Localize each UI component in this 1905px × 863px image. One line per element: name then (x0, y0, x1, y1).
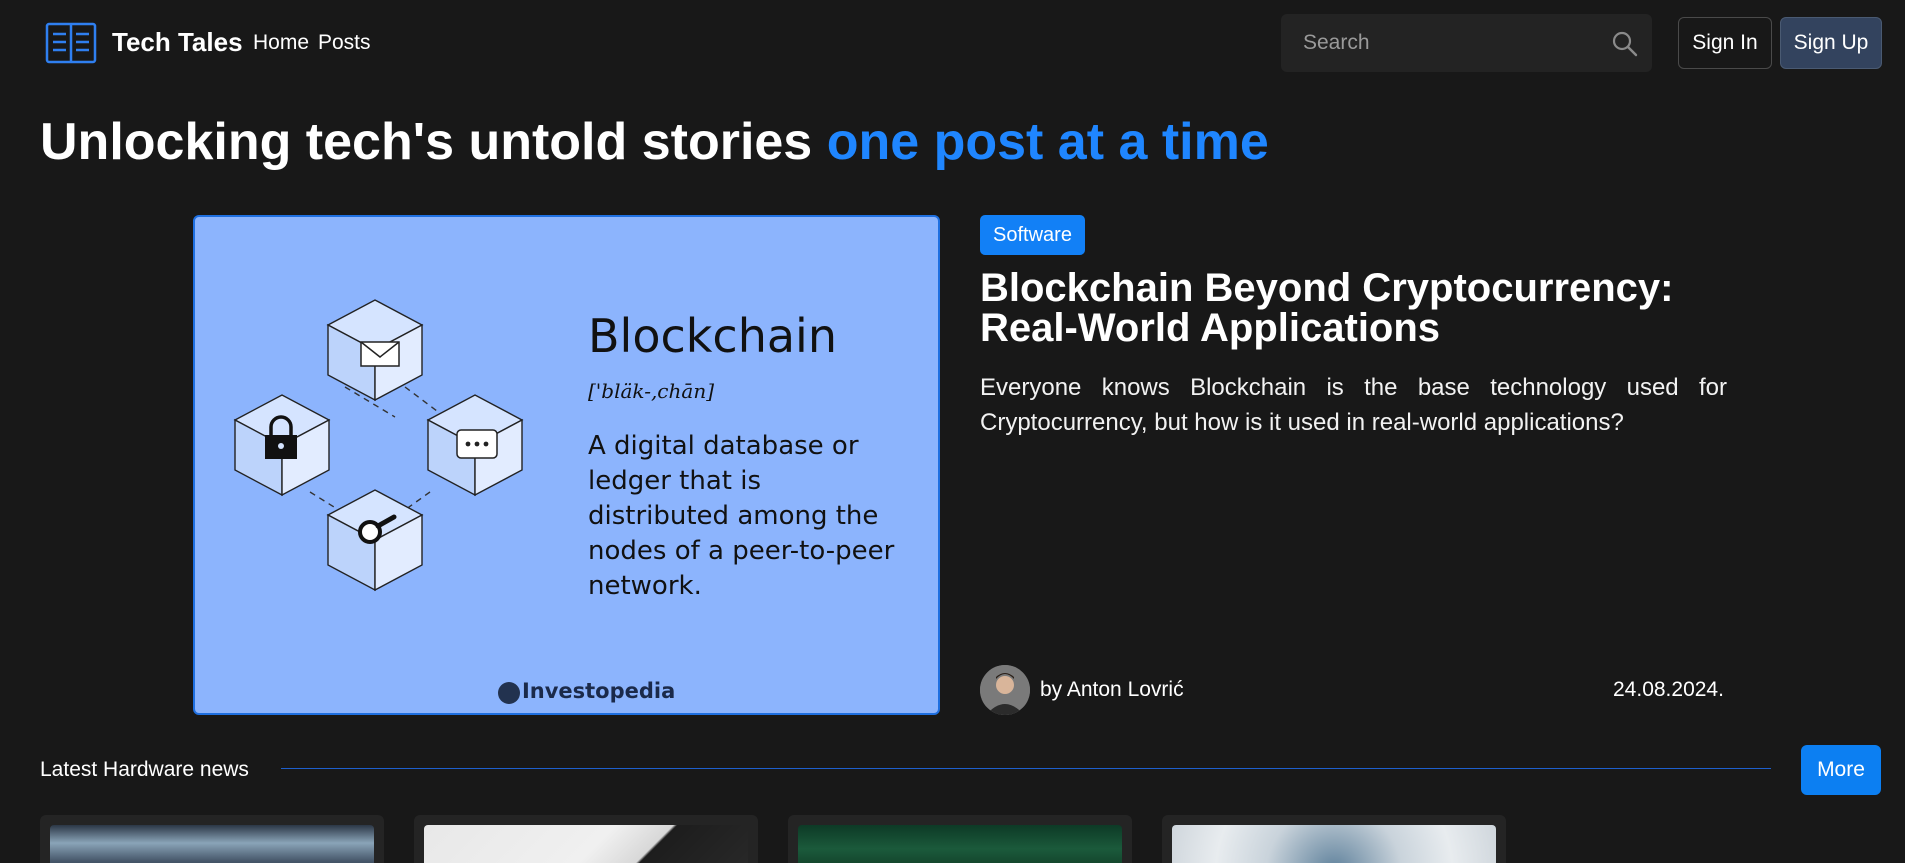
category-badge[interactable]: Software (980, 215, 1085, 255)
search-icon[interactable] (1611, 30, 1639, 58)
sign-in-button[interactable]: Sign In (1678, 17, 1772, 69)
nav-home-link[interactable]: Home (253, 31, 309, 55)
image-definition: A digital database or ledger that is dis… (588, 431, 895, 601)
card-image[interactable] (1172, 825, 1496, 863)
hardware-card[interactable] (414, 815, 758, 863)
brand-name[interactable]: Tech Tales (112, 27, 243, 58)
card-image[interactable] (424, 825, 748, 863)
more-button[interactable]: More (1801, 745, 1881, 795)
book-logo-icon[interactable] (45, 22, 97, 64)
headline-main: Unlocking tech's untold stories (40, 113, 827, 171)
section-title: Latest Hardware news (40, 758, 249, 781)
headline-accent: one post at a time (826, 113, 1269, 171)
nav-posts-link[interactable]: Posts (318, 31, 371, 55)
author-avatar (980, 665, 1030, 715)
image-pronunciation: ['bläk-,chān] (588, 379, 714, 403)
page-headline: Unlocking tech's untold stories one post… (40, 112, 1269, 172)
post-date: 24.08.2024. (1613, 678, 1724, 701)
post-author: by Anton Lovrić (1040, 678, 1184, 701)
card-image[interactable] (50, 825, 374, 863)
featured-post-image[interactable]: Blockchain ['bläk-,chān] A digital datab… (193, 215, 940, 715)
hardware-card[interactable] (788, 815, 1132, 863)
image-source: Investopedia (500, 679, 675, 703)
person-icon (980, 665, 1030, 715)
image-heading: Blockchain (588, 309, 837, 363)
section-divider (281, 768, 1771, 769)
hardware-card[interactable] (40, 815, 384, 863)
featured-post-excerpt: Everyone knows Blockchain is the base te… (980, 374, 1727, 436)
featured-post-title[interactable]: Blockchain Beyond Cryptocurrency: Real-W… (980, 268, 1740, 348)
site-header: Tech Tales Home Posts Sign In Sign Up (0, 0, 1905, 86)
search-input[interactable] (1281, 14, 1601, 72)
search-box (1281, 14, 1652, 72)
sign-up-button[interactable]: Sign Up (1780, 17, 1882, 69)
hardware-card[interactable] (1162, 815, 1506, 863)
card-image[interactable] (798, 825, 1122, 863)
image-source-text: Investopedia (521, 679, 676, 703)
